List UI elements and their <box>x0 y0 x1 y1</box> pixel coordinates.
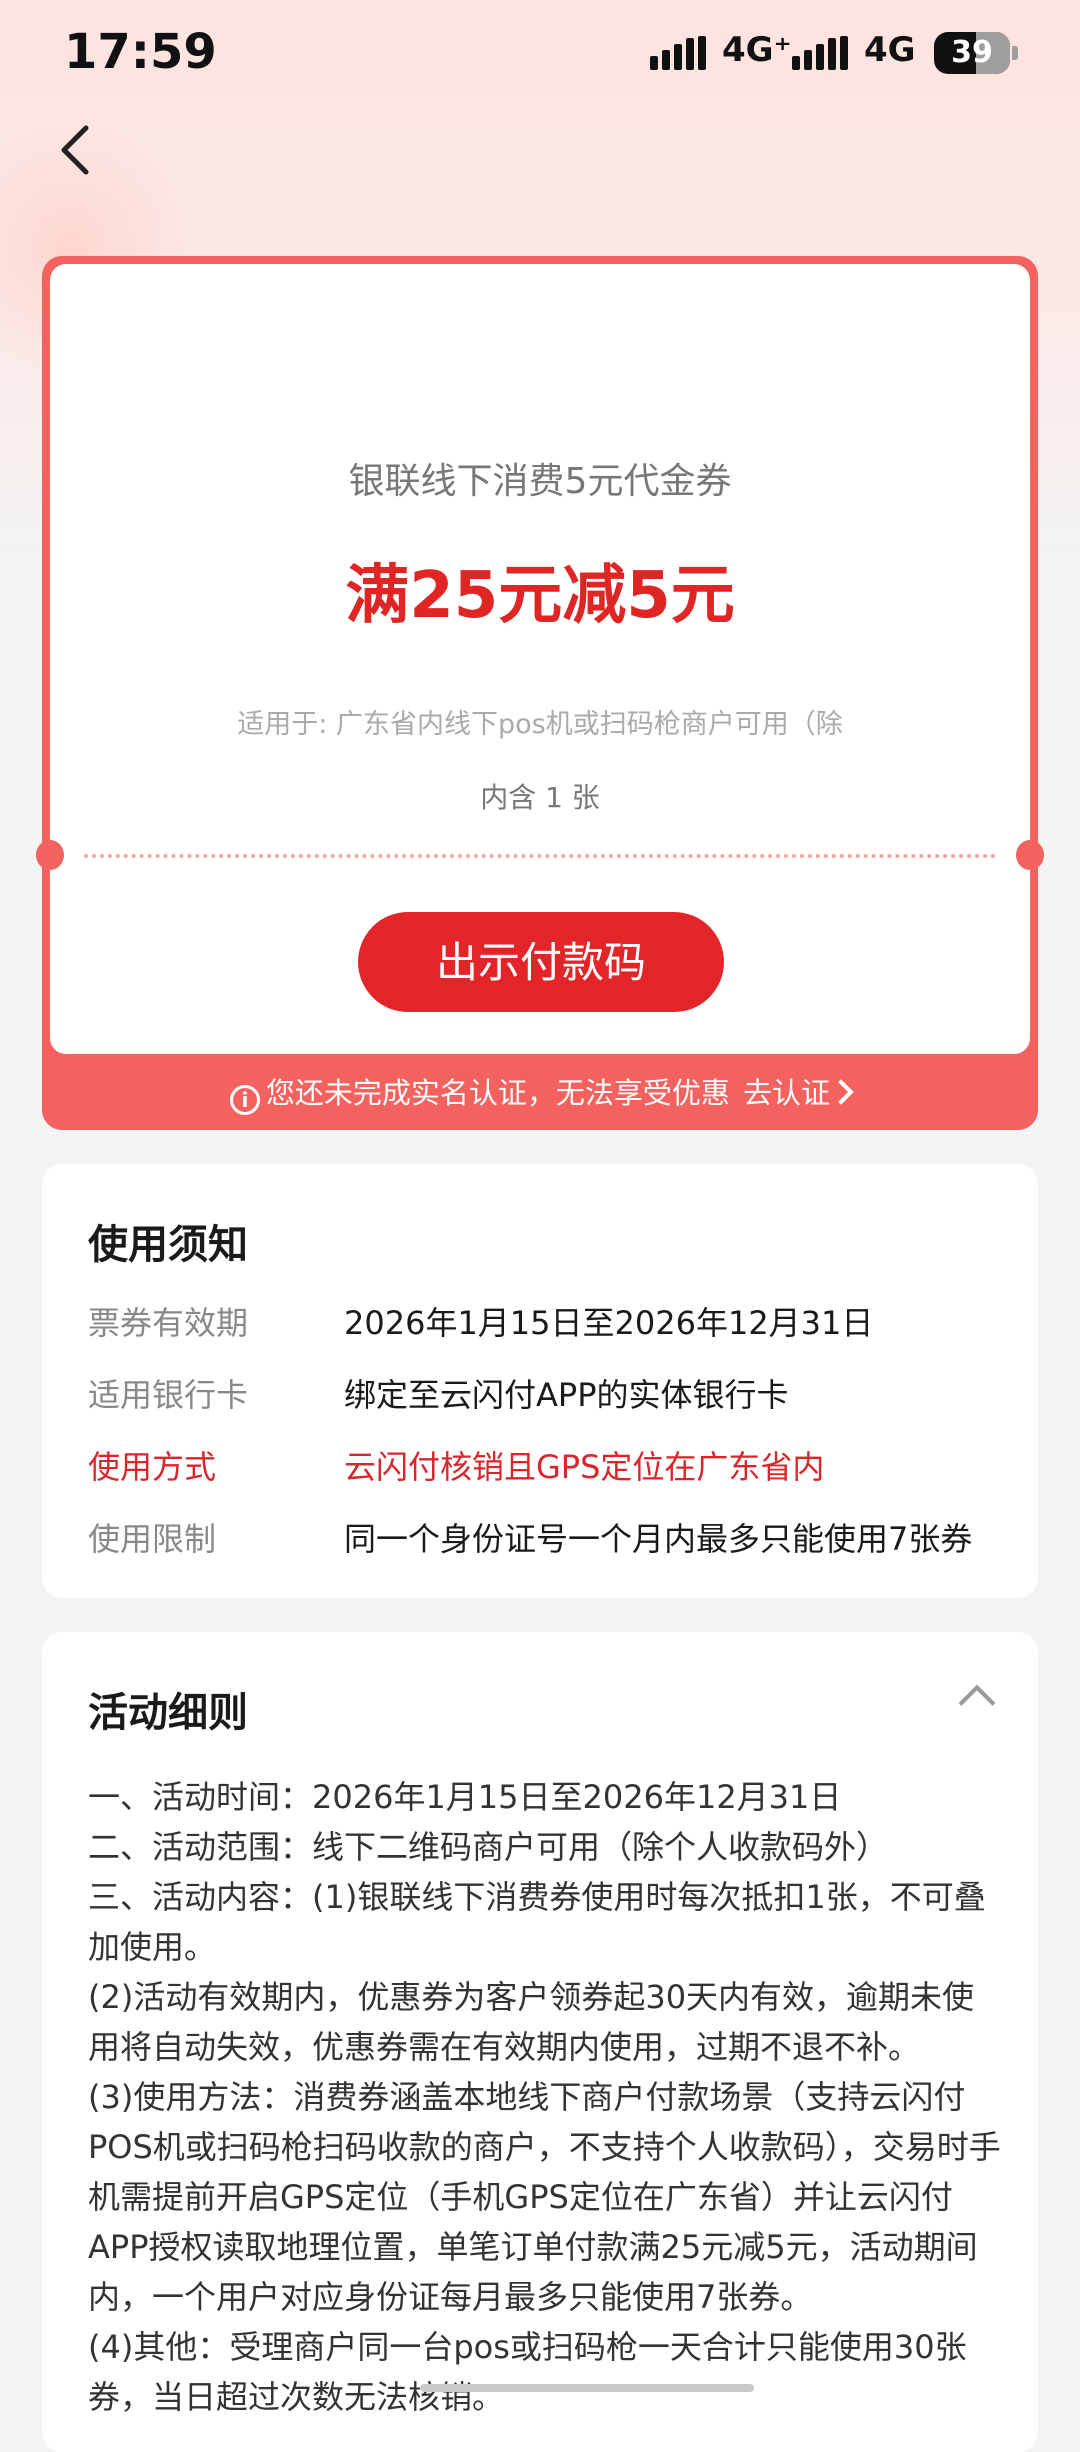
battery-tip <box>1012 46 1018 60</box>
auth-notice: i 您还未完成实名认证，无法享受优惠 去认证 <box>42 1068 1038 1118</box>
coupon-body: 银联线下消费5元代金券 满25元减5元 适用于: 广东省内线下pos机或扫码枪商… <box>36 264 1044 1054</box>
auth-notice-text: 您还未完成实名认证，无法享受优惠 <box>265 1076 730 1110</box>
usage-notice-card: 使用须知 票券有效期 2026年1月15日至2026年12月31日 适用银行卡 … <box>42 1164 1038 1598</box>
go-verify-label: 去认证 <box>743 1076 831 1110</box>
coupon-count: 内含 1 张 <box>480 781 600 814</box>
usage-notice-title: 使用须知 <box>88 1222 248 1268</box>
usage-key: 适用银行卡 <box>88 1376 249 1414</box>
info-icon: i <box>229 1085 260 1115</box>
rule-line: (4)其他：受理商户同一台pos或扫码枪一天合计只能使用30张券，当日超过次数无… <box>88 2328 967 2416</box>
rule-line: (3)使用方法：消费券涵盖本地线下商户付款场景（支持云闪付POS机或扫码枪扫码收… <box>88 2078 1001 2316</box>
chevron-right-icon <box>828 1079 854 1105</box>
status-time: 17:59 <box>64 24 217 80</box>
usage-key: 使用限制 <box>88 1520 217 1558</box>
home-indicator[interactable] <box>420 2384 754 2392</box>
rule-line: 三、活动内容：(1)银联线下消费券使用时每次抵扣1张，不可叠加使用。 <box>88 1878 986 1966</box>
signal-icon <box>650 36 706 70</box>
status-bar: 17:59 4G⁺ 4G 39 <box>0 0 1080 110</box>
coupon-name: 银联线下消费5元代金券 <box>348 461 732 502</box>
go-verify-link[interactable]: 去认证 <box>743 1068 854 1118</box>
coupon-notch-right <box>1016 840 1044 870</box>
battery-level: 39 <box>951 35 993 70</box>
usage-value: 2026年1月15日至2026年12月31日 <box>344 1304 874 1342</box>
usage-value: 云闪付核销且GPS定位在广东省内 <box>344 1448 825 1486</box>
usage-key: 票券有效期 <box>88 1304 249 1342</box>
show-payment-code-button[interactable]: 出示付款码 <box>358 912 724 1012</box>
activity-rules-text: 一、活动时间：2026年1月15日至2026年12月31日 二、活动范围：线下二… <box>88 1772 1002 2422</box>
rule-line: (2)活动有效期内，优惠券为客户领券起30天内有效，逾期未使用将自动失效，优惠券… <box>88 1978 975 2066</box>
activity-rules-title: 活动细则 <box>88 1690 248 1736</box>
chevron-up-icon[interactable] <box>958 1684 996 1722</box>
chevron-left-icon <box>61 125 89 175</box>
back-button[interactable] <box>40 110 110 190</box>
usage-value: 绑定至云闪付APP的实体银行卡 <box>344 1376 789 1414</box>
coupon-notch-left <box>36 840 64 870</box>
network-type-1: 4G⁺ <box>722 30 792 70</box>
network-type-2: 4G <box>864 30 916 70</box>
rule-line: 二、活动范围：线下二维码商户可用（除个人收款码外） <box>88 1828 889 1866</box>
activity-rules-card: 活动细则 一、活动时间：2026年1月15日至2026年12月31日 二、活动范… <box>42 1632 1038 2452</box>
usage-key: 使用方式 <box>88 1448 217 1486</box>
coupon-card: 银联线下消费5元代金券 满25元减5元 适用于: 广东省内线下pos机或扫码枪商… <box>36 256 1044 1130</box>
coupon-divider <box>84 854 996 858</box>
signal-icon <box>792 36 848 70</box>
coupon-amount: 满25元减5元 <box>345 559 735 633</box>
usage-value: 同一个身份证号一个月内最多只能使用7张券 <box>344 1520 973 1558</box>
rule-line: 一、活动时间：2026年1月15日至2026年12月31日 <box>88 1778 842 1816</box>
coupon-scope: 适用于: 广东省内线下pos机或扫码枪商户可用（除 <box>237 709 843 740</box>
battery-icon: 39 <box>934 32 1010 74</box>
